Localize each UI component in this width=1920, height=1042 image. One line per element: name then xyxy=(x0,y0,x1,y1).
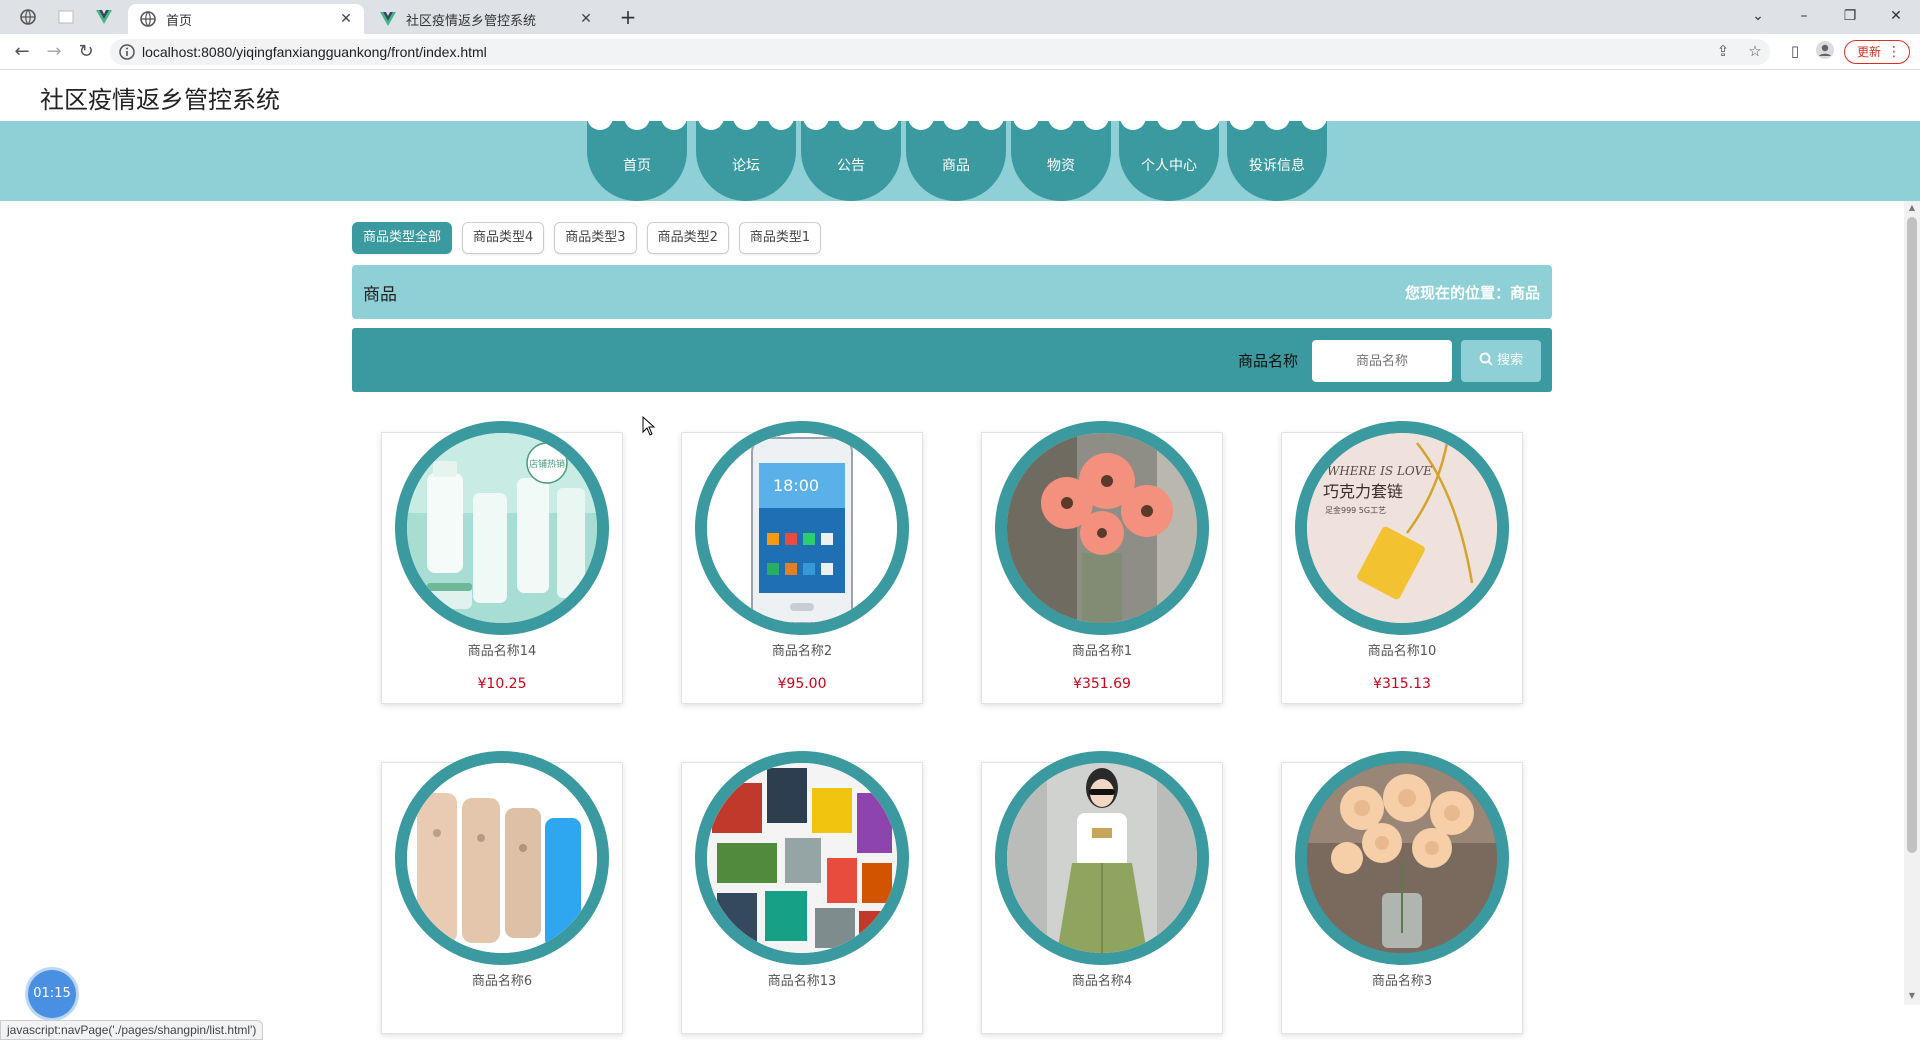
share-icon[interactable]: ⇪ xyxy=(1712,40,1734,62)
recording-timer[interactable]: 01:15 xyxy=(28,970,76,1018)
product-name: 商品名称3 xyxy=(1371,974,1433,989)
page-scrollbar[interactable]: ▲ ▼ xyxy=(1904,201,1920,1005)
search-icon xyxy=(1479,352,1493,366)
page-icon xyxy=(58,10,74,24)
back-icon[interactable]: ← xyxy=(10,40,34,64)
url-text: localhost:8080/yiqingfanxiangguankong/fr… xyxy=(142,44,487,60)
section-title: 商品 xyxy=(363,285,397,305)
more-menu-icon[interactable]: ⋮ xyxy=(1887,41,1901,63)
category-type-2[interactable]: 商品类型2 xyxy=(646,222,729,254)
tab-title: 社区疫情返乡管控系统 xyxy=(406,13,537,29)
url-bar[interactable]: localhost:8080/yiqingfanxiangguankong/fr… xyxy=(110,39,1770,65)
update-label: 更新 xyxy=(1857,45,1882,59)
tab-system[interactable]: 社区疫情返乡管控系统 ✕ xyxy=(368,4,604,34)
vue-logo-icon xyxy=(380,11,396,27)
pinned-tab-blank[interactable] xyxy=(48,6,84,28)
product-image[interactable]: 店铺热销 xyxy=(395,421,609,635)
globe-icon xyxy=(140,11,156,27)
tab-search-icon[interactable]: ⌄ xyxy=(1738,4,1778,28)
product-price: ¥315.13 xyxy=(1373,676,1431,692)
search-label: 商品名称 xyxy=(1238,352,1299,370)
browser-tab-strip: 首页 ✕ 社区疫情返乡管控系统 ✕ + ⌄ – ❐ ✕ xyxy=(0,0,1920,34)
category-filter: 商品类型全部 商品类型4 商品类型3 商品类型2 商品类型1 xyxy=(352,222,822,254)
mouse-cursor-icon xyxy=(642,416,656,436)
product-image[interactable]: 18:00 xyxy=(695,421,909,635)
cosmetics-stamp-text: 店铺热销 xyxy=(529,458,565,470)
product-name: 商品名称10 xyxy=(1367,644,1437,659)
bookmark-star-icon[interactable]: ☆ xyxy=(1744,40,1766,62)
tab-home[interactable]: 首页 ✕ xyxy=(128,4,364,34)
necklace-title-text: 巧克力套链 xyxy=(1323,482,1403,501)
product-image[interactable] xyxy=(395,751,609,965)
product-name: 商品名称14 xyxy=(467,644,537,659)
breadcrumb: 您现在的位置：商品 xyxy=(1404,284,1540,302)
reload-icon[interactable]: ↻ xyxy=(74,40,98,64)
close-tab-icon[interactable]: ✕ xyxy=(578,11,594,27)
close-window-button[interactable]: ✕ xyxy=(1876,4,1916,28)
category-type-1[interactable]: 商品类型1 xyxy=(738,222,822,254)
side-panel-icon[interactable]: ▯ xyxy=(1784,40,1806,62)
category-type-3[interactable]: 商品类型3 xyxy=(554,222,637,254)
product-price: ¥351.69 xyxy=(1073,676,1131,692)
product-name: 商品名称6 xyxy=(471,974,533,989)
close-tab-icon[interactable]: ✕ xyxy=(338,11,354,27)
product-image[interactable]: WHERE IS LOVE 巧克力套链 足金999 5G工艺 xyxy=(1295,421,1509,635)
search-button[interactable]: 搜索 xyxy=(1461,340,1541,382)
product-image[interactable] xyxy=(995,421,1209,635)
product-name: 商品名称13 xyxy=(767,974,837,989)
restore-button[interactable]: ❐ xyxy=(1830,4,1870,28)
forward-icon[interactable]: → xyxy=(42,40,66,64)
address-toolbar: ← → ↻ localhost:8080/yiqingfanxiangguank… xyxy=(0,34,1920,70)
search-input[interactable] xyxy=(1312,340,1452,382)
scroll-up-arrow-icon[interactable]: ▲ xyxy=(1907,203,1917,213)
globe-icon xyxy=(20,9,36,25)
info-icon xyxy=(119,44,135,60)
product-price: ¥10.25 xyxy=(477,676,527,692)
search-button-label: 搜索 xyxy=(1497,353,1524,368)
pinned-tab-vue[interactable] xyxy=(86,6,122,28)
tab-title: 首页 xyxy=(166,13,193,29)
product-price: ¥95.00 xyxy=(777,676,827,692)
search-panel: 商品名称 搜索 xyxy=(352,328,1552,392)
update-button[interactable]: 更新 ⋮ xyxy=(1844,40,1910,64)
category-all[interactable]: 商品类型全部 xyxy=(352,222,453,254)
status-bar-link: javascript:navPage('./pages/shangpin/lis… xyxy=(0,1020,264,1040)
product-image[interactable] xyxy=(995,751,1209,965)
product-image[interactable] xyxy=(695,751,909,965)
new-tab-button[interactable]: + xyxy=(616,6,640,28)
necklace-caption-text: WHERE IS LOVE xyxy=(1327,464,1432,478)
necklace-sub-text: 足金999 5G工艺 xyxy=(1325,505,1386,515)
vue-logo-icon xyxy=(96,10,112,24)
category-type-4[interactable]: 商品类型4 xyxy=(462,222,545,254)
scrollbar-thumb[interactable] xyxy=(1907,217,1917,853)
minimize-button[interactable]: – xyxy=(1784,4,1824,28)
phone-clock-text: 18:00 xyxy=(773,476,819,495)
profile-avatar-icon[interactable] xyxy=(1814,40,1836,62)
product-name: 商品名称1 xyxy=(1071,644,1133,659)
product-image[interactable] xyxy=(1295,751,1509,965)
product-name: 商品名称2 xyxy=(771,644,833,659)
scroll-down-arrow-icon[interactable]: ▼ xyxy=(1907,991,1917,1001)
site-title: 社区疫情返乡管控系统 xyxy=(40,86,280,114)
product-name: 商品名称4 xyxy=(1071,974,1133,989)
pinned-tab-globe[interactable] xyxy=(10,6,46,28)
section-header: 商品 您现在的位置：商品 xyxy=(352,265,1552,319)
